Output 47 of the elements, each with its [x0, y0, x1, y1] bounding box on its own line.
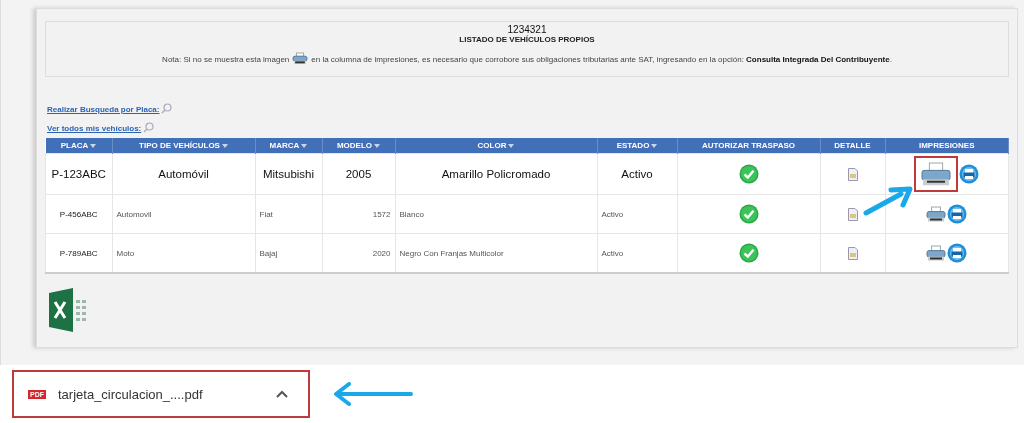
table-cell: 2005 — [322, 153, 395, 195]
table-cell: P-456ABC — [45, 194, 112, 234]
table-cell: Automóvil — [112, 153, 255, 195]
table-cell: Activo — [597, 194, 677, 234]
printer-icon — [921, 162, 952, 186]
column-header[interactable]: PLACA — [45, 138, 112, 154]
table-cell: Automovil — [112, 194, 255, 234]
table-cell: Mitsubishi — [255, 153, 322, 195]
table-cell: Fiat — [255, 194, 322, 234]
sort-icon — [651, 144, 658, 148]
chevron-up-icon — [276, 390, 288, 398]
table-cell: P-123ABC — [45, 153, 112, 195]
table-cell: Activo — [597, 153, 677, 195]
record-code: 1234321 — [506, 24, 548, 35]
column-header: AUTORIZAR TRASPASO — [677, 138, 820, 154]
column-header[interactable]: MODELO — [322, 138, 395, 154]
page-title: LISTADO DE VEHÍCULOS PROPIOS — [458, 35, 596, 44]
table-cell: 1572 — [322, 194, 395, 234]
table-cell: Amarillo Policromado — [395, 153, 597, 195]
sort-icon — [221, 144, 228, 148]
search-icon — [143, 122, 155, 133]
search-link[interactable]: Realizar Busqueda por Placa: — [47, 105, 160, 114]
document-icon — [847, 207, 858, 221]
search-icon — [161, 103, 173, 114]
printer-icon — [947, 204, 968, 224]
printer-icon — [947, 243, 968, 263]
sort-icon — [508, 144, 515, 148]
column-header: DETALLE — [820, 138, 885, 154]
column-header[interactable]: MARCA — [255, 138, 322, 154]
document-icon — [847, 167, 858, 181]
printer-icon — [292, 52, 309, 64]
document-icon — [847, 246, 858, 260]
note-text: en la columna de impresiones, es necesario que corrobore sus obligaciones tributarias ante SAT, ingresando en la opción: Consulta Integrada Del Contribuyente. — [311, 55, 892, 64]
column-header[interactable]: ESTADO — [597, 138, 677, 154]
table-cell: P-789ABC — [45, 233, 112, 273]
column-header: IMPRESIONES — [885, 138, 1009, 154]
column-header[interactable]: TIPO DE VEHÍCULOS — [112, 138, 255, 154]
file-name: tarjeta_circulacion_....pdf — [58, 386, 204, 402]
sort-icon — [301, 144, 308, 148]
printer-icon — [959, 164, 980, 184]
note-text: Nota: Si no se muestra esta imagen — [162, 55, 290, 64]
sort-icon — [374, 144, 381, 148]
column-header[interactable]: COLOR — [395, 138, 597, 154]
search-link[interactable]: Ver todos mis vehículos: — [47, 124, 142, 133]
table-cell: Blanco — [395, 194, 597, 234]
sort-icon — [90, 144, 97, 148]
pointer-arrow — [863, 186, 913, 216]
